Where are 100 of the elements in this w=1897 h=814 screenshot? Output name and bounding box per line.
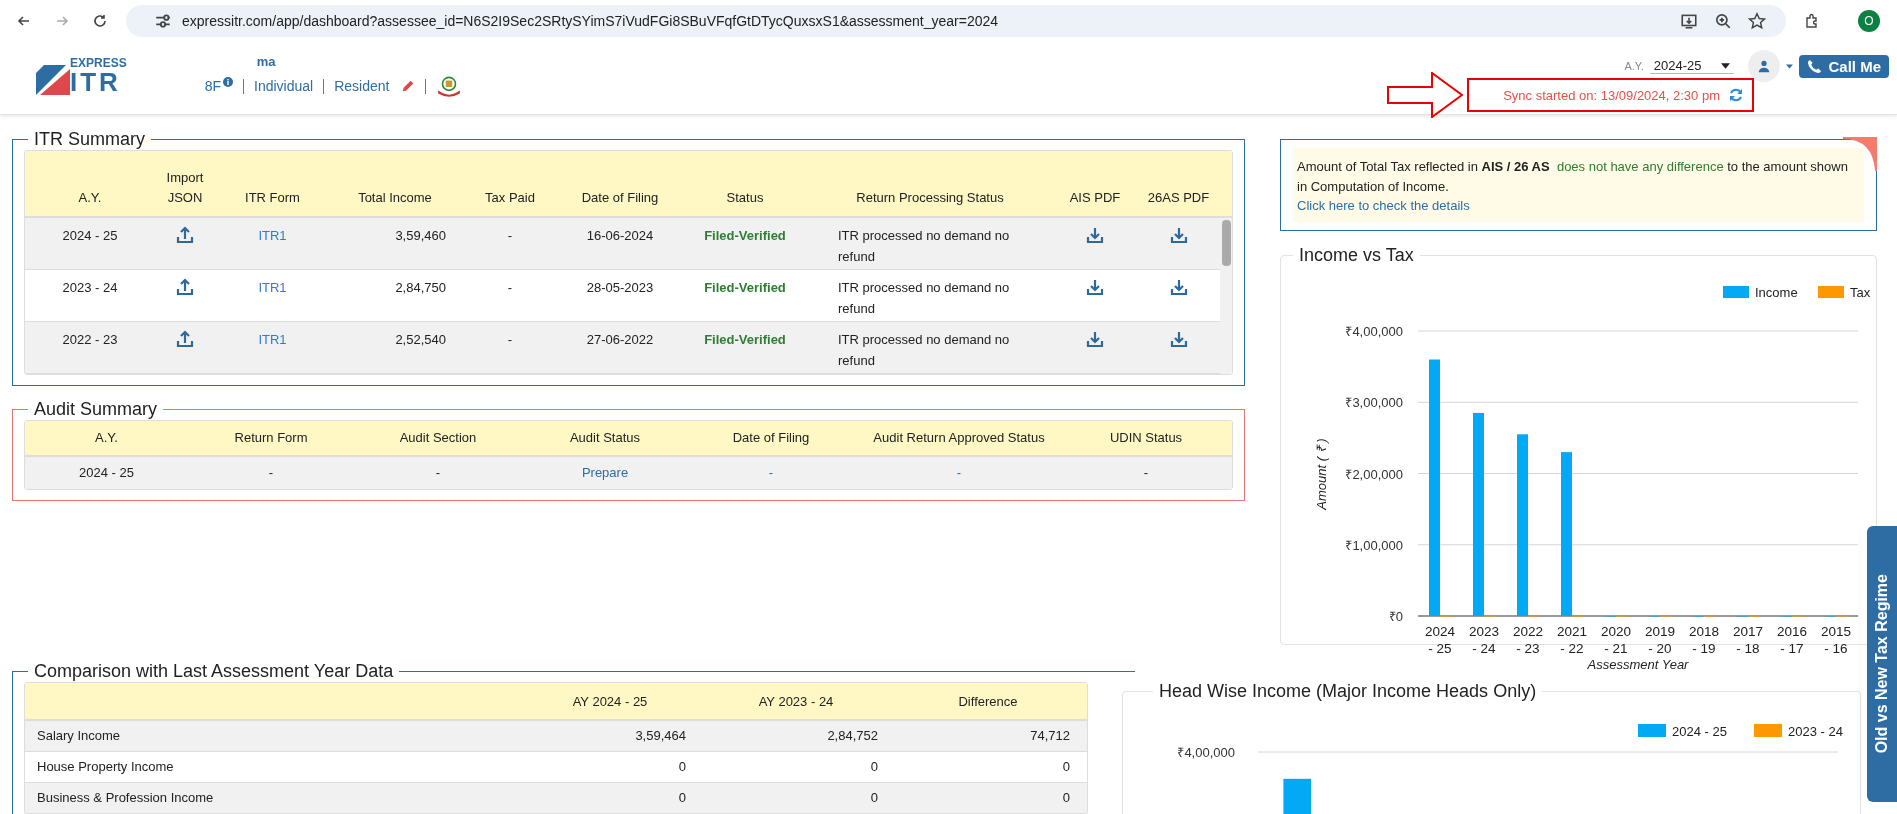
column-header: Date of Filing bbox=[580, 188, 660, 207]
table-cell-text: 28-05-2023 bbox=[585, 279, 655, 297]
column-header: Import JSON bbox=[165, 169, 205, 207]
scrollbar[interactable] bbox=[1220, 218, 1232, 374]
legend-label[interactable]: 2023 - 24 bbox=[1788, 724, 1843, 739]
sync-status: Sync started on: 13/09/2024, 2:30 pm bbox=[1467, 78, 1754, 112]
table-cell-text: ITR processed no demand no refund bbox=[837, 279, 1011, 318]
column-header: 26AS PDF bbox=[1146, 188, 1211, 207]
profile-avatar[interactable]: O bbox=[1858, 10, 1880, 32]
table-cell-text: Filed-Verified bbox=[703, 279, 787, 297]
install-icon[interactable] bbox=[1680, 12, 1698, 30]
axis-tick-label: ₹4,00,000 bbox=[1177, 745, 1235, 760]
address-bar[interactable]: expressitr.com/app/dashboard?assessee_id=N6S2I9Sec2SRtySYimS7iVudFGi8SBuVFqfGtDTycQuxsxS1&assessment_year=2024 bbox=[126, 5, 1786, 37]
residency-status: Resident bbox=[334, 78, 390, 94]
check-details-link[interactable]: Click here to check the details bbox=[1297, 198, 1470, 213]
extensions-icon[interactable] bbox=[1804, 13, 1820, 29]
itr-form-link[interactable]: ITR1 bbox=[215, 226, 330, 247]
tax-notice-text: Amount of Total Tax reflected in AIS / 26 AS does not have any difference to the amount shown in Computation of Income. bbox=[1297, 158, 1849, 196]
site-settings-icon[interactable] bbox=[154, 12, 172, 30]
prepare-link[interactable]: Prepare bbox=[522, 462, 688, 484]
upload-icon[interactable] bbox=[176, 330, 194, 348]
axis-category-label: 2015 - 16 bbox=[1821, 623, 1851, 656]
section-title: Income vs Tax bbox=[1298, 244, 1415, 266]
table-cell-text: ITR processed no demand no refund bbox=[837, 331, 1011, 370]
upload-icon[interactable] bbox=[176, 226, 194, 244]
zoom-icon[interactable] bbox=[1714, 12, 1732, 30]
table-cell-text: - bbox=[506, 331, 514, 349]
ay-label: A.Y. bbox=[1624, 60, 1644, 72]
table-cell-text: 74,712 bbox=[1029, 726, 1071, 745]
table-cell-text: Filed-Verified bbox=[703, 331, 787, 349]
caret-icon[interactable] bbox=[1786, 63, 1794, 69]
section-title: Audit Summary bbox=[33, 399, 159, 420]
itr-form-link[interactable]: ITR1 bbox=[215, 278, 330, 299]
table-cell-text: - bbox=[1142, 463, 1150, 482]
star-icon[interactable] bbox=[1748, 12, 1766, 30]
chart-bar bbox=[1283, 778, 1311, 814]
download-icon[interactable] bbox=[1086, 278, 1104, 296]
axis-tick-label: ₹1,00,000 bbox=[1345, 537, 1403, 553]
axis-tick-label: ₹0 bbox=[1388, 608, 1403, 624]
table-cell-text: 0 bbox=[1061, 788, 1071, 807]
assessee-type: Individual bbox=[254, 78, 314, 94]
section-title: Head Wise Income (Major Income Heads Only) bbox=[1158, 681, 1538, 702]
table-cell-text: - bbox=[955, 463, 963, 482]
download-icon[interactable] bbox=[1086, 330, 1104, 348]
refresh-icon[interactable] bbox=[1728, 87, 1744, 103]
axis-category-label: 2018 - 19 bbox=[1689, 623, 1719, 656]
caret-icon bbox=[1721, 62, 1731, 69]
axis-category-label: 2022 - 23 bbox=[1513, 623, 1543, 656]
row-label: Salary Income bbox=[36, 726, 122, 745]
column-header: Tax Paid bbox=[484, 188, 536, 207]
pencil-icon[interactable] bbox=[401, 79, 416, 93]
column-header: Audit Status bbox=[568, 429, 642, 448]
column-header: Return Form bbox=[233, 429, 309, 448]
table-cell-text: 0 bbox=[869, 788, 879, 807]
section-title: Comparison with Last Assessment Year Data bbox=[33, 661, 395, 682]
logo-title: ITR bbox=[70, 69, 122, 95]
axis-category-label: 2017 - 18 bbox=[1733, 623, 1763, 656]
table-cell-text: 3,59,460 bbox=[394, 227, 447, 245]
table-cell-text: - bbox=[506, 227, 514, 245]
table-cell-text: ITR processed no demand no refund bbox=[837, 227, 1011, 266]
table-cell-text: - bbox=[434, 463, 442, 482]
axis-category-label: 2020 - 21 bbox=[1601, 623, 1631, 656]
emblem-icon bbox=[436, 75, 463, 97]
column-header: AIS PDF bbox=[1068, 188, 1122, 207]
legend-label[interactable]: 2024 - 25 bbox=[1672, 724, 1727, 739]
column-header: Audit Section bbox=[398, 429, 478, 448]
axis-category-label: 2023 - 24 bbox=[1469, 623, 1499, 656]
assessment-year-select[interactable]: 2024-25 bbox=[1649, 58, 1735, 74]
table-cell-text: 2024 - 25 bbox=[78, 463, 135, 482]
download-icon[interactable] bbox=[1169, 330, 1188, 348]
user-menu-button[interactable] bbox=[1748, 50, 1781, 82]
table-cell-text: 2024 - 25 bbox=[61, 227, 119, 245]
itr-form-link[interactable]: ITR1 bbox=[215, 330, 330, 351]
column-header: UDIN Status bbox=[1108, 429, 1184, 448]
legend-label[interactable]: Income bbox=[1755, 284, 1798, 300]
info-icon[interactable] bbox=[223, 77, 234, 87]
download-icon[interactable] bbox=[1169, 278, 1188, 296]
download-icon[interactable] bbox=[1169, 226, 1188, 244]
y-axis-title: Amount ( ₹ ) bbox=[1314, 437, 1329, 510]
call-me-button[interactable]: Call Me bbox=[1799, 54, 1889, 78]
table-cell-text: 16-06-2024 bbox=[585, 227, 655, 245]
column-header: Status bbox=[725, 188, 765, 207]
table-cell-text: 2022 - 23 bbox=[61, 331, 119, 349]
row-label: House Property Income bbox=[36, 757, 175, 776]
download-icon[interactable] bbox=[1086, 226, 1104, 244]
user-icon bbox=[1757, 59, 1772, 73]
column-header: AY 2023 - 24 bbox=[757, 693, 835, 709]
legend-label[interactable]: Tax bbox=[1850, 284, 1871, 300]
table-cell-text: 0 bbox=[677, 757, 687, 776]
table-cell-text: - bbox=[506, 279, 514, 297]
upload-icon[interactable] bbox=[176, 278, 194, 296]
row-label: Business & Profession Income bbox=[36, 788, 215, 807]
reload-icon[interactable] bbox=[92, 13, 108, 29]
logo-mark-icon bbox=[36, 65, 70, 95]
tax-regime-tab[interactable]: Old vs New Tax Regime bbox=[1867, 526, 1897, 802]
column-header: AY 2024 - 25 bbox=[571, 693, 649, 709]
column-header: Date of Filing bbox=[731, 429, 811, 448]
assessee-name: ma bbox=[256, 54, 277, 69]
table-cell-text: - bbox=[767, 463, 775, 482]
column-header: ITR Form bbox=[244, 188, 301, 207]
